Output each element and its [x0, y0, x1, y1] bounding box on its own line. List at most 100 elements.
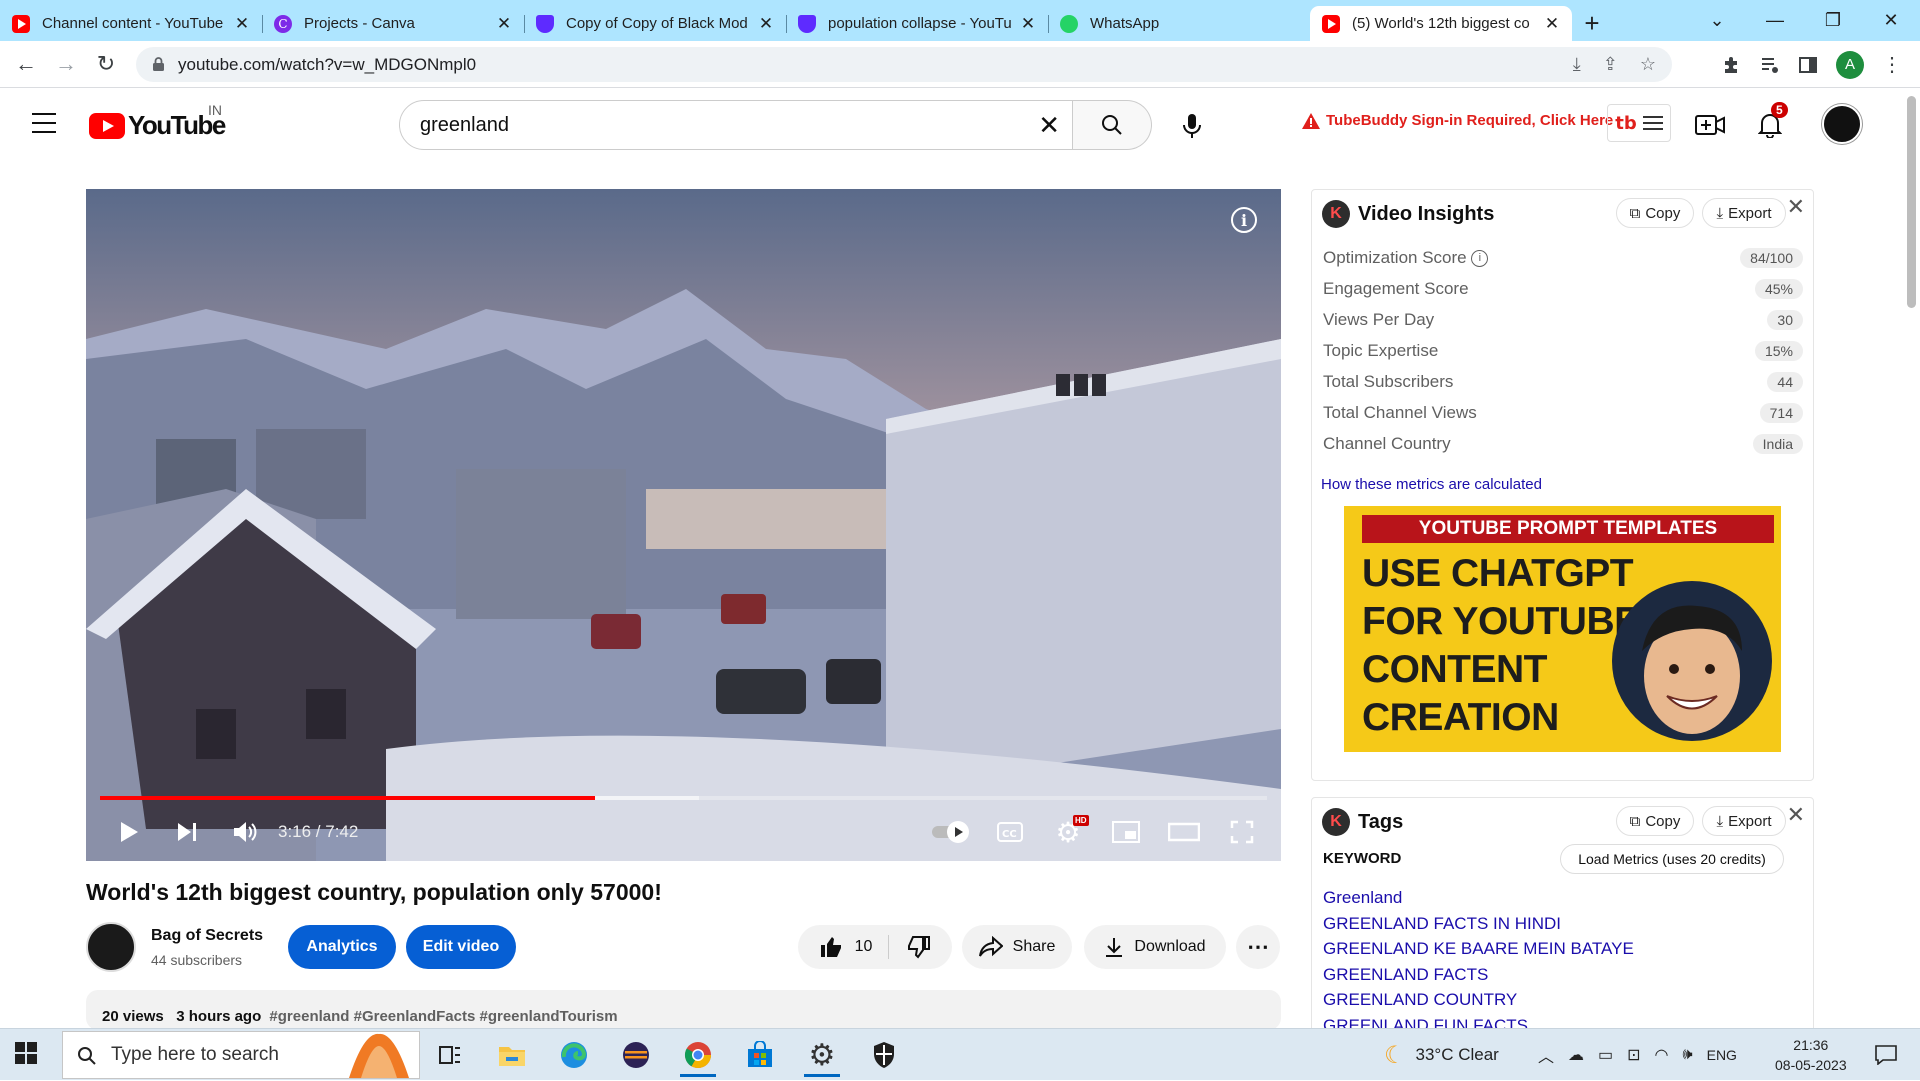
chrome-menu-icon[interactable]: ⋮ [1882, 52, 1902, 77]
settings-app-button[interactable]: ⚙ [794, 1033, 850, 1077]
description-box[interactable]: 20 views 3 hours ago #greenland #Greenla… [86, 990, 1281, 1030]
share-button[interactable]: Share [962, 925, 1072, 969]
close-tags-icon[interactable]: ✕ [1787, 802, 1805, 828]
hashtags[interactable]: #greenland #GreenlandFacts #greenlandTou… [269, 1008, 617, 1025]
page-scrollbar[interactable] [1903, 88, 1920, 1028]
notifications-button[interactable]: 5 [1753, 102, 1788, 142]
how-metrics-calculated-link[interactable]: How these metrics are calculated [1321, 476, 1542, 493]
analytics-button[interactable]: Analytics [288, 925, 396, 969]
task-view-button[interactable] [422, 1033, 478, 1077]
youtube-logo[interactable]: YouTube IN [89, 102, 226, 141]
theater-mode-button[interactable] [1155, 807, 1213, 857]
tab-close-icon[interactable]: ✕ [1020, 14, 1036, 34]
download-button[interactable]: Download [1084, 925, 1226, 969]
tab-copy-black-mod[interactable]: Copy of Copy of Black Mod ✕ [524, 6, 786, 41]
address-bar[interactable]: youtube.com/watch?v=w_MDGONmpl0 ⤓ ⇪ ☆ [136, 47, 1672, 82]
close-window-button[interactable]: ✕ [1862, 0, 1920, 41]
chrome-button[interactable] [670, 1033, 726, 1077]
notification-center-button[interactable] [1866, 1029, 1906, 1081]
extensions-puzzle-icon[interactable] [1722, 55, 1742, 75]
autoplay-toggle[interactable] [923, 807, 981, 857]
miniplayer-button[interactable] [1097, 807, 1155, 857]
search-button[interactable] [1073, 100, 1152, 150]
install-app-icon[interactable]: ⤓ [1573, 54, 1581, 75]
tab-whatsapp[interactable]: WhatsApp [1048, 6, 1310, 41]
bookmark-star-icon[interactable]: ☆ [1640, 54, 1656, 75]
channel-name[interactable]: Bag of Secrets [151, 927, 263, 945]
play-button[interactable] [100, 807, 158, 857]
tab-channel-content[interactable]: Channel content - YouTube ✕ [0, 6, 262, 41]
tag-item[interactable]: GREENLAND COUNTRY [1323, 990, 1517, 1010]
create-video-button[interactable] [1693, 108, 1727, 142]
tab-search-chevron-icon[interactable]: ⌄ [1688, 0, 1746, 41]
insights-export-button[interactable]: ⤓ Export [1702, 198, 1786, 228]
profile-avatar[interactable]: A [1836, 50, 1864, 79]
show-hidden-icons-chevron-icon[interactable]: ︿ [1538, 1043, 1554, 1067]
scrollbar-thumb[interactable] [1907, 96, 1916, 308]
battery-icon[interactable]: ▭ [1598, 1045, 1613, 1065]
edge-button[interactable] [546, 1033, 602, 1077]
weather-widget[interactable]: ☾ 33°C Clear [1384, 1029, 1499, 1081]
tag-item[interactable]: GREENLAND KE BAARE MEIN BATAYE [1323, 939, 1634, 959]
reload-button[interactable]: ↻ [86, 44, 126, 84]
tags-copy-button[interactable]: ⧉ Copy [1616, 806, 1694, 836]
share-page-icon[interactable]: ⇪ [1603, 54, 1618, 75]
tag-item[interactable]: GREENLAND FACTS [1323, 965, 1488, 985]
meet-now-icon[interactable]: ⊡ [1627, 1045, 1640, 1065]
video-player[interactable]: i 3:16 / 7:42 CC ⚙ HD [86, 189, 1281, 861]
tags-export-button[interactable]: ⤓ Export [1702, 806, 1786, 836]
eclipse-button[interactable] [608, 1033, 664, 1077]
windows-start-icon[interactable] [14, 1041, 38, 1065]
wifi-icon[interactable]: ◠ [1655, 1045, 1669, 1065]
minimize-button[interactable]: — [1746, 0, 1804, 41]
language-indicator[interactable]: ENG [1707, 1047, 1737, 1063]
tag-item[interactable]: Greenland [1323, 888, 1402, 908]
promo-banner[interactable]: YOUTUBE PROMPT TEMPLATES USE CHATGPT FOR… [1344, 506, 1781, 752]
more-actions-button[interactable]: ⋯ [1236, 925, 1280, 969]
search-input[interactable]: greenland ✕ [399, 100, 1073, 150]
tab-close-icon[interactable]: ✕ [1544, 14, 1560, 34]
file-explorer-button[interactable] [484, 1033, 540, 1077]
tab-canva-projects[interactable]: C Projects - Canva ✕ [262, 6, 524, 41]
taskbar-clock[interactable]: 21:36 08-05-2023 [1775, 1035, 1847, 1075]
captions-button[interactable]: CC [981, 807, 1039, 857]
fullscreen-button[interactable] [1213, 807, 1271, 857]
settings-button[interactable]: ⚙ HD [1039, 807, 1097, 857]
volume-button[interactable] [216, 807, 274, 857]
tab-current-video[interactable]: (5) World's 12th biggest co ✕ [1310, 6, 1572, 41]
voice-search-button[interactable] [1172, 106, 1212, 146]
progress-bar[interactable] [100, 796, 1267, 800]
load-metrics-button[interactable]: Load Metrics (uses 20 credits) [1560, 844, 1784, 874]
store-button[interactable] [732, 1033, 788, 1077]
info-circle-icon[interactable]: i [1471, 250, 1489, 268]
tab-close-icon[interactable]: ✕ [758, 14, 774, 34]
taskbar-search-box[interactable]: Type here to search [62, 1031, 420, 1079]
chrome-icon [684, 1042, 712, 1069]
channel-avatar[interactable] [86, 922, 136, 972]
next-button[interactable] [158, 807, 216, 857]
tab-close-icon[interactable]: ✕ [234, 14, 250, 34]
account-avatar[interactable] [1822, 104, 1862, 144]
dislike-button[interactable] [899, 935, 931, 959]
new-tab-button[interactable]: + [1572, 6, 1612, 41]
info-icon[interactable]: i [1231, 207, 1257, 233]
clear-search-icon[interactable]: ✕ [1038, 112, 1060, 138]
restore-button[interactable]: ❐ [1804, 0, 1862, 41]
guide-menu-icon[interactable] [32, 113, 56, 133]
side-panel-icon[interactable] [1798, 55, 1818, 75]
tubebuddy-menu-button[interactable]: tb [1607, 104, 1671, 142]
insights-copy-button[interactable]: ⧉ Copy [1616, 198, 1694, 228]
media-controls-icon[interactable] [1760, 55, 1780, 75]
security-app-button[interactable] [856, 1033, 912, 1077]
onedrive-cloud-icon[interactable]: ☁ [1568, 1045, 1584, 1065]
close-insights-icon[interactable]: ✕ [1787, 194, 1805, 220]
tubebuddy-signin-warning[interactable]: TubeBuddy Sign-in Required, Click Here [1302, 112, 1613, 129]
like-button[interactable]: 10 [819, 935, 890, 959]
tab-close-icon[interactable]: ✕ [496, 14, 512, 34]
back-button[interactable]: ← [6, 44, 46, 84]
edit-video-button[interactable]: Edit video [406, 925, 516, 969]
speaker-icon[interactable]: 🕪 [1683, 1046, 1693, 1064]
tag-item[interactable]: GREENLAND FACTS IN HINDI [1323, 914, 1561, 934]
forward-button[interactable]: → [46, 44, 86, 84]
tab-population-collapse[interactable]: population collapse - YouTu ✕ [786, 6, 1048, 41]
